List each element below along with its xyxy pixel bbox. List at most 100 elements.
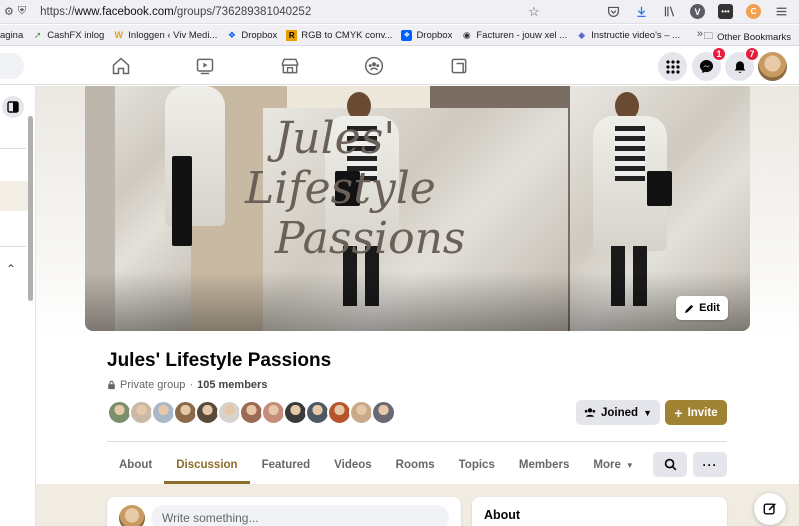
sidebar-item-active[interactable] [0,181,30,211]
extension-dots-icon[interactable]: ••• [718,4,733,19]
other-bookmarks-label: Other Bookmarks [717,31,791,43]
instructie-icon: ◆ [578,29,586,40]
bookmark-item[interactable]: W Inloggen ‹ Viv Medi... [113,30,218,41]
tab-more[interactable]: More ▼ [581,446,645,484]
privacy-label: Private group [120,379,186,391]
about-title: About [484,508,521,522]
marketplace-icon[interactable] [279,55,301,77]
new-message-button[interactable] [754,493,786,525]
bookmark-star-icon[interactable]: ☆ [528,4,540,20]
home-icon[interactable] [110,55,132,77]
lock-icon [108,380,115,390]
meta-separator: · [189,379,194,391]
tab-label: Featured [261,459,311,471]
divider [0,246,26,247]
cover-shadow [85,271,750,331]
account-avatar[interactable] [758,52,787,81]
invite-button[interactable]: + Invite [665,400,727,425]
search-icon [664,458,676,471]
bookmark-item[interactable]: ❖ Dropbox [401,29,452,41]
member-avatar[interactable] [371,400,396,425]
joined-button[interactable]: Joined ▼ [576,400,660,425]
messenger-button[interactable]: 1 [692,47,726,81]
group-title[interactable]: Jules' Lifestyle Passions [107,350,331,372]
bookmark-item[interactable]: ◆ Instructie video's – ... [576,30,680,41]
sidebar-scrollbar[interactable] [28,116,33,301]
more-options-button[interactable]: ··· [693,452,727,477]
folder-icon: 🗀 [703,31,714,42]
tab-topics[interactable]: Topics [447,446,507,484]
library-icon[interactable] [662,4,677,19]
plus-icon: + [674,404,683,421]
caret-down-icon: ▼ [625,460,634,470]
bookmark-item[interactable]: ◉ Facturen - jouw xel ... [461,30,567,41]
ellipsis-icon: ··· [702,457,718,472]
extension-v-icon[interactable]: V [690,4,705,19]
cover-photo[interactable]: Jules' Lifestyle Passions Edit [85,86,750,331]
search-pill[interactable] [0,53,24,79]
tab-rooms[interactable]: Rooms [384,446,447,484]
pocket-icon[interactable] [606,4,621,19]
site-settings-icon[interactable]: ⚙ [4,5,14,18]
tabs-divider [107,441,727,442]
menu-grid-button[interactable] [658,52,687,81]
search-group-button[interactable] [653,452,687,477]
pencil-icon [685,304,694,313]
compose-icon [763,503,776,515]
groups-icon[interactable] [363,55,385,77]
bookmark-item[interactable]: ➚ CashFX inlog [32,30,104,41]
other-bookmarks[interactable]: 🗀 Other Bookmarks [703,29,791,45]
cover-script-line: Lifestyle [245,163,436,214]
composer-avatar [119,505,145,526]
bookmark-item[interactable]: R RGB to CMYK conv... [286,29,393,41]
more-bookmarks-chevron-icon[interactable]: » [697,28,703,40]
bookmark-item[interactable]: agina [0,30,23,41]
joined-label: Joined [601,406,639,419]
bell-icon [734,60,745,73]
caret-down-icon: ▼ [643,407,652,418]
group-meta: Private group · 105 members [107,379,267,391]
tab-label: About [119,459,153,471]
download-icon[interactable] [634,4,649,19]
members-icon [584,408,596,417]
sidebar-toggle-button[interactable] [2,96,24,118]
facturen-icon: ◉ [462,29,471,40]
tab-discussion[interactable]: Discussion [164,446,250,484]
divider [0,148,26,149]
tab-label: Topics [458,459,495,471]
url-text[interactable]: https://www.facebook.com/groups/73628938… [40,6,311,18]
tab-about[interactable]: About [107,446,164,484]
bookmark-label: RGB to CMYK conv... [301,29,393,41]
tracking-protection-icon[interactable]: ⛨ [18,5,26,18]
bookmark-label: Instructie video's – ... [591,29,681,41]
tab-label: Videos [334,459,372,471]
bookmark-item[interactable]: ❖ Dropbox [226,30,277,41]
bookmark-label: CashFX inlog [47,29,105,41]
bookmark-label: Facturen - jouw xel ... [476,29,568,41]
tab-featured[interactable]: Featured [250,446,323,484]
cover-script-line: Jules' [274,113,396,164]
rgb-cmyk-icon: R [286,29,298,41]
tab-label: Members [518,459,570,471]
member-avatars[interactable] [107,400,396,425]
tab-members[interactable]: Members [507,446,582,484]
cover-script-title: Jules' Lifestyle Passions [245,113,466,264]
edit-cover-button[interactable]: Edit [676,296,728,320]
gaming-icon[interactable] [448,55,470,77]
tab-label: Rooms [395,459,435,471]
chevron-up-icon[interactable]: ⌃ [6,262,16,276]
composer-placeholder: Write something... [162,511,259,525]
dropbox-icon: ❖ [227,29,236,40]
composer-card: Write something... [107,497,461,526]
members-count[interactable]: 105 members [197,379,267,391]
extension-c-icon[interactable]: C [746,4,761,19]
write-something-input[interactable]: Write something... [151,505,449,526]
tab-videos[interactable]: Videos [322,446,384,484]
bookmark-label: Dropbox [241,29,278,41]
grid-icon [665,59,680,74]
browser-url-bar[interactable]: ⚙ ⛨ https://www.facebook.com/groups/7362… [0,0,799,24]
watch-icon[interactable] [194,55,216,77]
notifications-button[interactable]: 7 [725,47,759,81]
menu-icon[interactable] [774,4,789,19]
url-prefix: https:// [40,5,75,18]
